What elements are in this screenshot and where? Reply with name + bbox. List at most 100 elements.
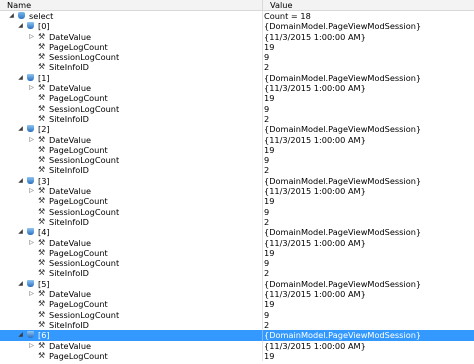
- row-value-label[interactable]: {DomainModel.PageViewModSession}: [264, 124, 421, 134]
- row-value-label[interactable]: {11/3/2015 1:00:00 AM}: [264, 32, 366, 42]
- tree-row[interactable]: ⚒ SiteInfoID 2: [0, 319, 474, 331]
- row-name-label: DateValue: [49, 340, 92, 351]
- row-value-label[interactable]: {11/3/2015 1:00:00 AM}: [264, 135, 366, 145]
- collapse-arrow-icon[interactable]: ◢: [17, 177, 24, 184]
- name-cell: ⚒ SiteInfoID: [0, 62, 262, 72]
- tree-row[interactable]: ⚒ SiteInfoID 2: [0, 268, 474, 279]
- tree-row[interactable]: ⚒ PageLogCount 19: [0, 299, 474, 310]
- tree-row[interactable]: ⚒ PageLogCount 19: [0, 93, 474, 104]
- collapse-arrow-icon[interactable]: ◢: [17, 126, 24, 132]
- name-cell: ▷ ⚒ DateValue: [0, 289, 262, 299]
- row-name-label: SiteInfoID: [49, 319, 89, 330]
- value-column-header[interactable]: Value: [263, 0, 470, 10]
- tree-row[interactable]: ◢ [4] {DomainModel.PageViewModSession}: [0, 227, 474, 238]
- row-value-label[interactable]: 2: [264, 268, 269, 278]
- row-value-label[interactable]: 2: [264, 217, 269, 227]
- collapse-arrow-icon[interactable]: ◢: [17, 332, 24, 338]
- row-value-label[interactable]: {DomainModel.PageViewModSession}: [264, 227, 421, 237]
- row-value-label[interactable]: {DomainModel.PageViewModSession}: [264, 330, 421, 340]
- wrench-icon: ⚒: [38, 83, 46, 93]
- column-divider: [262, 319, 263, 331]
- row-value-label[interactable]: {11/3/2015 1:00:00 AM}: [264, 341, 366, 351]
- row-value-label[interactable]: 9: [264, 104, 269, 114]
- row-value-label[interactable]: Count = 18: [264, 11, 311, 21]
- row-value-label[interactable]: 19: [264, 299, 274, 309]
- row-value-label[interactable]: 9: [264, 258, 269, 268]
- tree-row[interactable]: ▷ ⚒ DateValue {11/3/2015 1:00:00 AM}: [0, 237, 474, 248]
- tree-row[interactable]: ⚒ SessionLogCount 9: [0, 52, 474, 63]
- row-value-label[interactable]: 2: [264, 62, 269, 72]
- row-name-label: PageLogCount: [49, 144, 108, 155]
- tree-row[interactable]: ▷ ⚒ DateValue {11/3/2015 1:00:00 AM}: [0, 289, 474, 300]
- tree-row[interactable]: ⚒ PageLogCount 19: [0, 41, 474, 53]
- tree-row[interactable]: ⚒ SessionLogCount 9: [0, 206, 474, 217]
- collapse-arrow-icon[interactable]: ◢: [17, 280, 24, 287]
- row-value-label[interactable]: 19: [264, 248, 274, 258]
- tree-row[interactable]: ⚒ SessionLogCount 9: [0, 258, 474, 269]
- column-divider: [262, 299, 263, 310]
- column-header-bar: Name Value: [0, 0, 474, 11]
- tree-row[interactable]: ⚒ SessionLogCount 9: [0, 309, 474, 320]
- row-value-label[interactable]: {11/3/2015 1:00:00 AM}: [264, 289, 366, 299]
- tree-row[interactable]: ⚒ SessionLogCount 9: [0, 103, 474, 114]
- row-value-label[interactable]: 9: [264, 155, 269, 165]
- expand-arrow-icon[interactable]: ▷: [28, 342, 35, 349]
- row-value-label[interactable]: 19: [264, 196, 274, 206]
- tree-row[interactable]: ◢ [3] {DomainModel.PageViewModSession}: [0, 175, 474, 187]
- name-cell: ▷ ⚒ DateValue: [0, 135, 262, 145]
- tree-row[interactable]: ▷ ⚒ DateValue {11/3/2015 1:00:00 AM}: [0, 340, 474, 351]
- column-divider: [262, 289, 263, 300]
- expand-arrow-icon[interactable]: ▷: [28, 33, 35, 40]
- row-name-label: SessionLogCount: [49, 309, 120, 320]
- object-icon: [27, 125, 34, 133]
- row-value-label[interactable]: 19: [264, 145, 274, 155]
- tree-row[interactable]: ⚒ PageLogCount 19: [0, 247, 474, 259]
- tree-row[interactable]: ⚒ SiteInfoID 2: [0, 62, 474, 73]
- tree-row[interactable]: ⚒ SiteInfoID 2: [0, 165, 474, 176]
- tree-row[interactable]: ⚒ PageLogCount 19: [0, 144, 474, 156]
- row-value-label[interactable]: 19: [264, 93, 274, 103]
- row-value-label[interactable]: 9: [264, 207, 269, 217]
- row-value-label[interactable]: {DomainModel.PageViewModSession}: [264, 279, 421, 289]
- tree-row[interactable]: ◢ [2] {DomainModel.PageViewModSession}: [0, 124, 474, 135]
- row-value-label[interactable]: 9: [264, 52, 269, 62]
- row-value-label[interactable]: {DomainModel.PageViewModSession}: [264, 73, 421, 83]
- collapse-arrow-icon[interactable]: ◢: [8, 13, 15, 19]
- row-value-label[interactable]: 2: [264, 165, 269, 175]
- tree-row[interactable]: ⚒ PageLogCount 19: [0, 350, 474, 362]
- row-value-label[interactable]: {11/3/2015 1:00:00 AM}: [264, 186, 366, 196]
- expand-arrow-icon[interactable]: ▷: [28, 239, 35, 246]
- tree-row[interactable]: ▷ ⚒ DateValue {11/3/2015 1:00:00 AM}: [0, 31, 474, 42]
- tree-row[interactable]: ▷ ⚒ DateValue {11/3/2015 1:00:00 AM}: [0, 134, 474, 145]
- row-value-label[interactable]: {11/3/2015 1:00:00 AM}: [264, 83, 366, 93]
- row-value-label[interactable]: {11/3/2015 1:00:00 AM}: [264, 238, 366, 248]
- expand-arrow-icon[interactable]: ▷: [28, 188, 35, 194]
- expand-arrow-icon[interactable]: ▷: [28, 85, 35, 91]
- tree-row[interactable]: ◢ [0] {DomainModel.PageViewModSession}: [0, 21, 474, 32]
- tree-row[interactable]: ⚒ SiteInfoID 2: [0, 113, 474, 125]
- row-value-label[interactable]: 9: [264, 310, 269, 320]
- row-value-label[interactable]: {DomainModel.PageViewModSession}: [264, 21, 421, 31]
- collapse-arrow-icon[interactable]: ◢: [17, 23, 24, 29]
- expand-arrow-icon[interactable]: ▷: [28, 291, 35, 297]
- row-value-label[interactable]: 19: [264, 42, 274, 52]
- tree-row[interactable]: ⚒ PageLogCount 19: [0, 196, 474, 207]
- tree-row[interactable]: ▷ ⚒ DateValue {11/3/2015 1:00:00 AM}: [0, 83, 474, 94]
- row-value-label[interactable]: 2: [264, 320, 269, 330]
- collapse-arrow-icon[interactable]: ◢: [17, 74, 24, 81]
- tree-row[interactable]: ▷ ⚒ DateValue {11/3/2015 1:00:00 AM}: [0, 186, 474, 197]
- name-column-header[interactable]: Name: [0, 0, 263, 10]
- row-value-label[interactable]: 19: [264, 351, 274, 361]
- tree-row[interactable]: ◢ [6] {DomainModel.PageViewModSession}: [0, 330, 474, 341]
- tree-row[interactable]: ◢ [1] {DomainModel.PageViewModSession}: [0, 72, 474, 84]
- tree-row[interactable]: ⚒ SessionLogCount 9: [0, 155, 474, 166]
- row-value-label[interactable]: {DomainModel.PageViewModSession}: [264, 176, 421, 186]
- tree-row[interactable]: ⚒ SiteInfoID 2: [0, 216, 474, 228]
- tree-row[interactable]: ◢ [5] {DomainModel.PageViewModSession}: [0, 278, 474, 290]
- tree-row[interactable]: ◢ select Count = 18: [0, 11, 474, 22]
- wrench-icon: ⚒: [38, 31, 46, 41]
- expand-arrow-icon[interactable]: ▷: [28, 136, 35, 143]
- row-value-label[interactable]: 2: [264, 114, 269, 124]
- name-cell: ⚒ SessionLogCount: [0, 155, 262, 165]
- collapse-arrow-icon[interactable]: ◢: [17, 229, 24, 235]
